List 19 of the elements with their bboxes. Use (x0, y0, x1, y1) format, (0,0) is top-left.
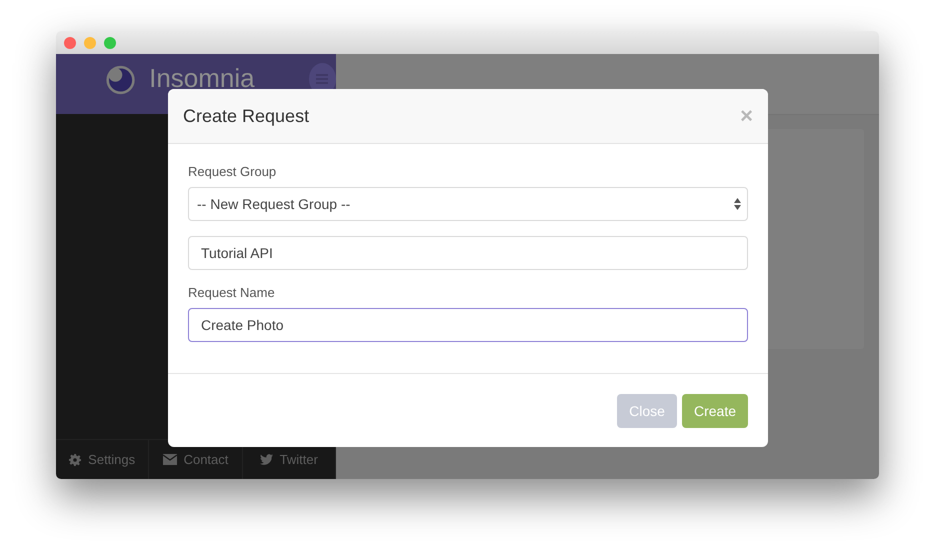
field-label: Request Group (188, 164, 276, 179)
field-label: Request Name (188, 285, 275, 300)
dialog-title: Create Request (183, 106, 310, 126)
minimize-window-icon[interactable] (84, 36, 96, 48)
maximize-window-icon[interactable] (104, 36, 116, 48)
close-window-icon[interactable] (64, 36, 76, 48)
select-field[interactable]: -- New Request Group -- (188, 187, 748, 221)
logo-icon (106, 63, 136, 97)
input-field[interactable]: Create Photo (188, 308, 748, 342)
input-field[interactable]: Tutorial API (188, 236, 748, 270)
create-button[interactable]: Create (682, 394, 748, 428)
close-button[interactable]: Close (617, 394, 677, 428)
app-name: Insomnia (149, 63, 255, 93)
sidebar-footer-link[interactable]: Settings (56, 440, 150, 479)
bird-icon (260, 454, 273, 465)
gear-icon (69, 454, 82, 466)
dropdown-arrows-icon (734, 198, 741, 210)
close-dialog-button[interactable]: × (740, 105, 753, 127)
envelope-icon (162, 454, 177, 465)
